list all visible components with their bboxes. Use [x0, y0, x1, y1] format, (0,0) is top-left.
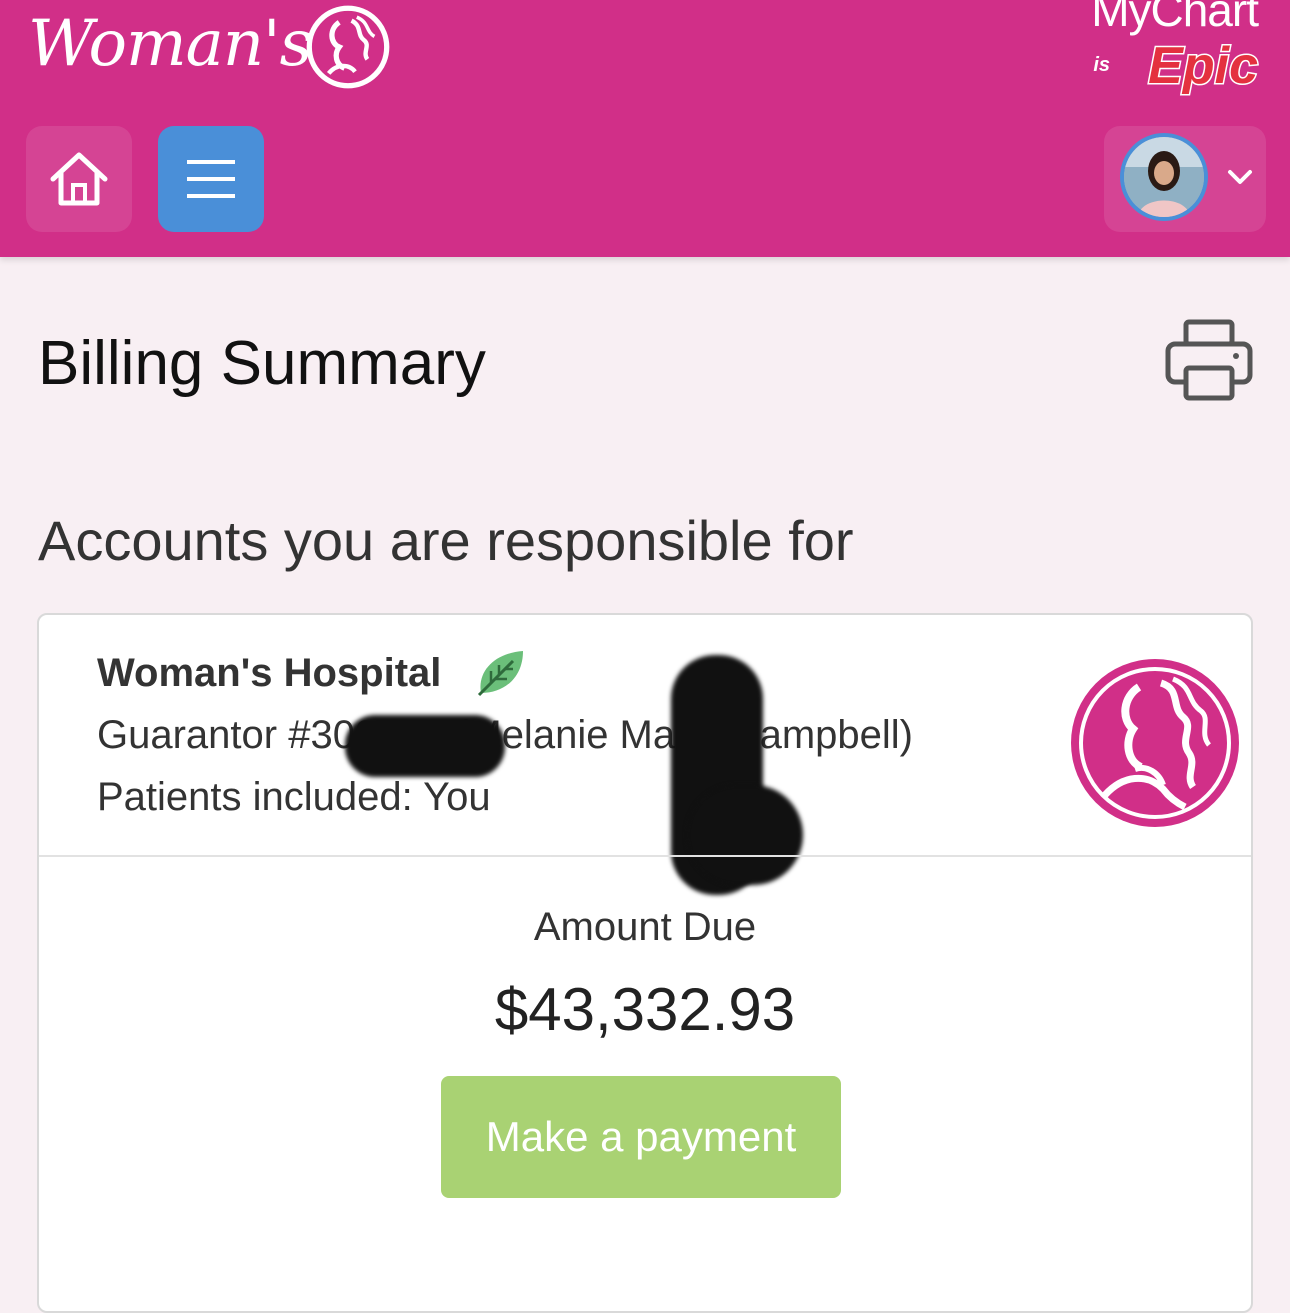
section-title: Accounts you are responsible for — [38, 509, 854, 572]
hospital-name: Woman's Hospital — [97, 651, 442, 695]
mychart-epic-logo: MyChart is Epic — [1058, 0, 1260, 106]
home-icon — [50, 152, 108, 206]
leaf-icon — [477, 651, 523, 697]
top-header: Woman's MyChart is Epic — [0, 0, 1290, 257]
epic-label: Epic — [1147, 37, 1260, 96]
patients-included: Patients included: You — [97, 775, 491, 819]
menu-button[interactable] — [158, 126, 264, 232]
card-divider — [39, 855, 1251, 857]
hospital-logo-icon — [1071, 659, 1239, 827]
make-payment-button[interactable]: Make a payment — [441, 1076, 841, 1198]
brand-logo-icon — [306, 5, 390, 89]
amount-due-label: Amount Due — [533, 905, 757, 949]
redaction-mark — [345, 715, 505, 777]
amount-due-value: $43,332.93 — [494, 976, 796, 1043]
account-card: Woman's Hospital Guarantor #309035 (Mela… — [37, 613, 1253, 1313]
avatar — [1120, 133, 1208, 221]
hamburger-menu-icon — [187, 160, 235, 198]
chevron-down-icon — [1228, 170, 1252, 184]
account-card-header: Woman's Hospital Guarantor #309035 (Mela… — [39, 615, 1251, 895]
mychart-label: MyChart — [1091, 0, 1259, 36]
page-title: Billing Summary — [38, 329, 486, 398]
redaction-mark — [687, 785, 803, 885]
home-button[interactable] — [26, 126, 132, 232]
printer-icon[interactable] — [1164, 318, 1254, 402]
brand-name: Woman's — [28, 7, 312, 81]
guarantor-info: Guarantor #309035 (Melanie Marie Campbel… — [97, 713, 913, 757]
is-label: is — [1093, 54, 1110, 76]
profile-menu-button[interactable] — [1104, 126, 1266, 232]
